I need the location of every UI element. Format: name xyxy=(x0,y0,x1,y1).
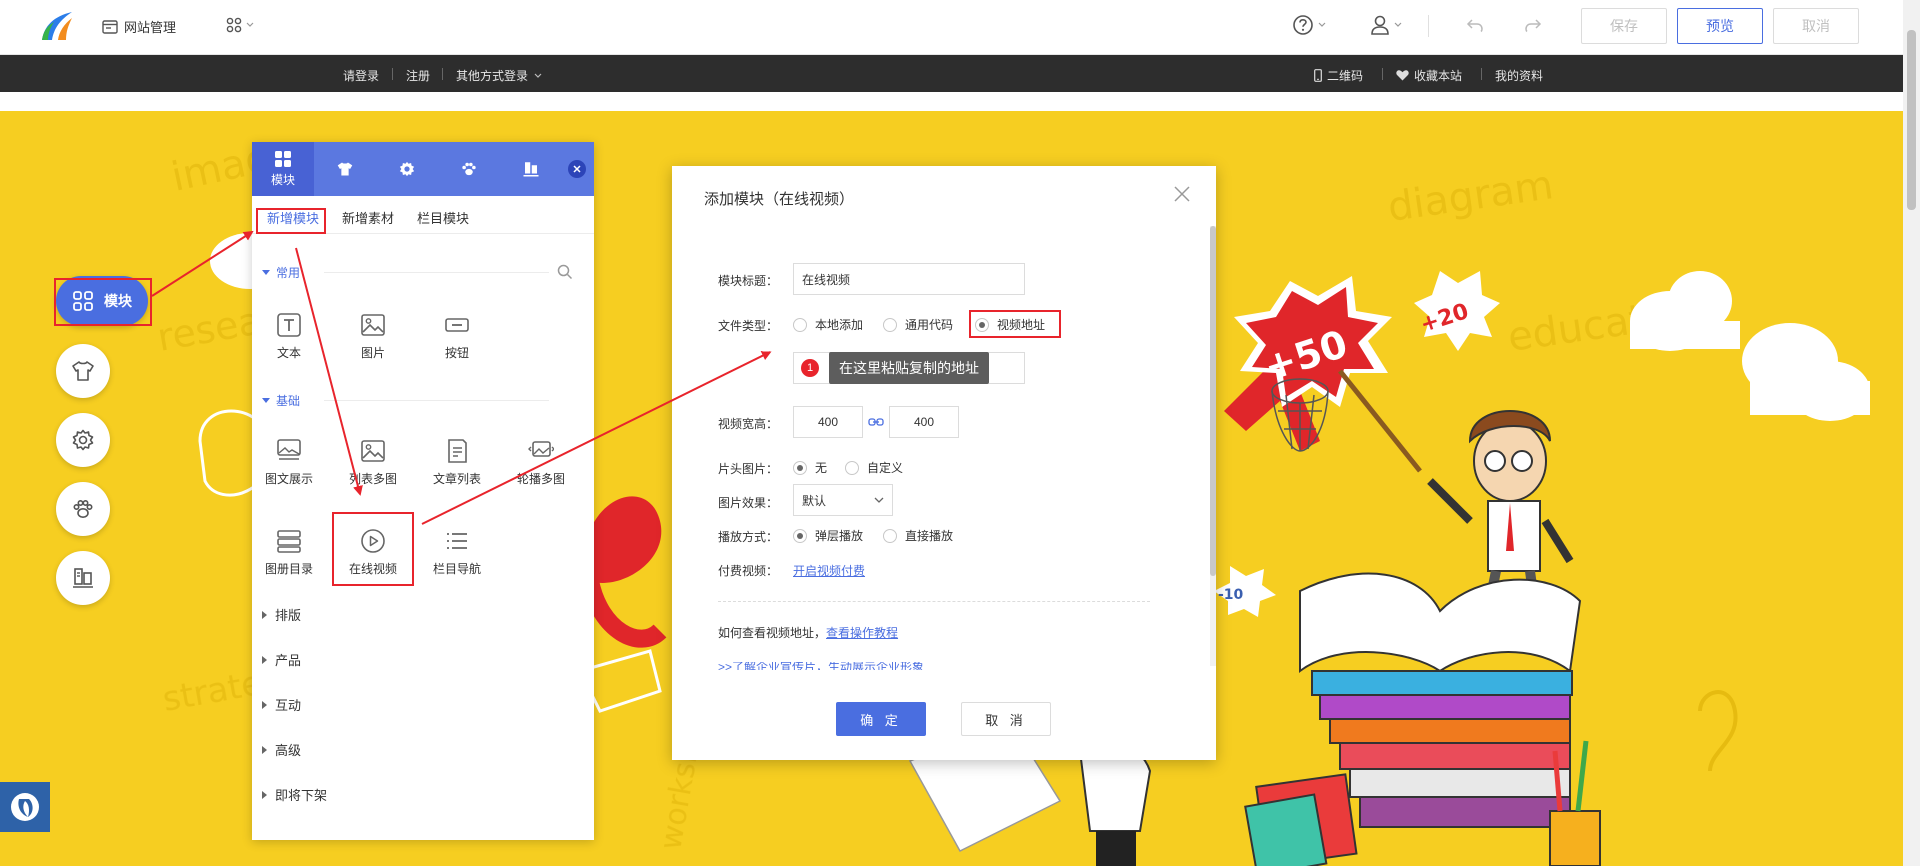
arrow xyxy=(295,247,363,496)
arrow xyxy=(151,230,254,297)
tutorial-arrows xyxy=(151,230,772,525)
arrow xyxy=(421,351,772,525)
